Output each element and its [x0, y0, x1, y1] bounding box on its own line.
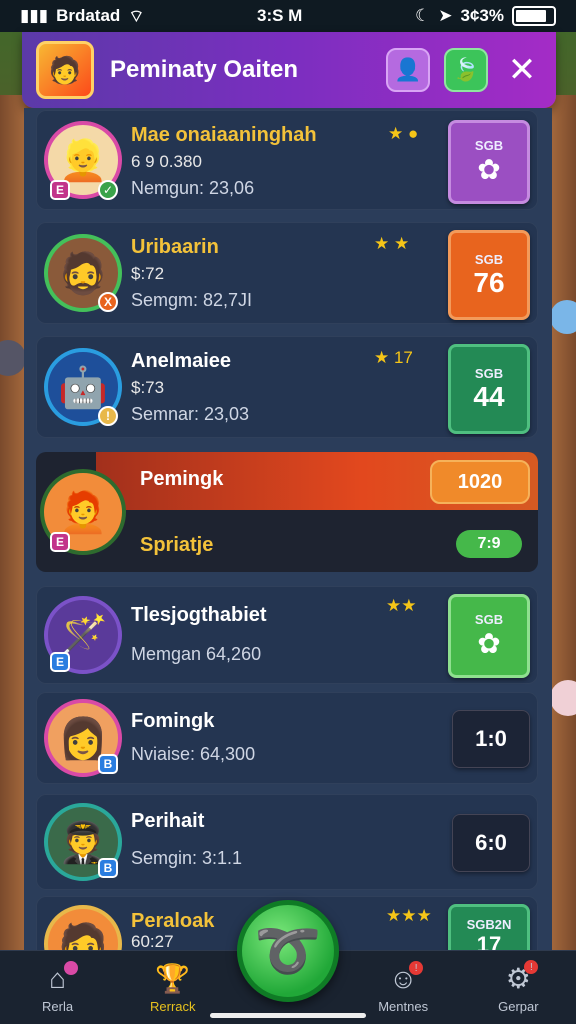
leaderboard-row[interactable]: 🧑‍✈️ B Perihait Semgin: 3:1.1 6:0 — [36, 794, 538, 890]
level-badge: X — [98, 292, 118, 312]
battery-percent: 3¢3% — [460, 6, 504, 25]
highlight-subtitle: Spriatje — [140, 534, 214, 556]
status-bar: ▮▮▮ Brdatad ⌔ 3:S M ☾ ➤ 3¢3% — [0, 0, 576, 32]
leaf-icon: 🍃 — [452, 57, 480, 82]
nav-item-home[interactable]: ⌂ Rerla — [8, 961, 108, 1014]
score-value: 44 — [473, 380, 505, 412]
score-box[interactable]: SGB ✿ — [448, 120, 530, 204]
level-badge: B — [98, 858, 118, 878]
profile-button[interactable]: 👤 — [386, 48, 430, 92]
player-name: Peraloak — [131, 910, 215, 932]
player-name: Perihait — [131, 810, 205, 832]
wifi-icon: ⌔ — [128, 6, 145, 26]
highlight-badge: 7:9 — [456, 530, 522, 558]
leaderboard-icon: 🏆 — [155, 963, 191, 994]
decor-bubble-right — [550, 300, 576, 334]
leaderboard-row[interactable]: 🪄 E Tlesjogthabiet Memgan 64,260 ★★ SGB … — [36, 586, 538, 684]
leaf-icon: ➰ — [254, 920, 322, 981]
flower-icon: ✿ — [477, 154, 501, 185]
score-label: SGB — [474, 612, 504, 627]
player-name: Uribaarin — [131, 236, 219, 258]
leaderboard-row[interactable]: 👩 B Fomingk Nviaise: 64,300 1:0 — [36, 692, 538, 784]
player-name: Mae onaiaaninghah — [131, 124, 317, 146]
score-label: SGB — [474, 365, 504, 381]
level-badge: E — [50, 180, 70, 200]
rating-stars: ★ 17 — [374, 348, 413, 367]
nav-label: Rerrack — [150, 999, 196, 1014]
score-box[interactable]: SGB2N 17 — [448, 904, 530, 950]
score-label: SGB — [474, 138, 504, 153]
rating-stars: ★★ — [386, 596, 417, 615]
home-indicator[interactable] — [210, 1013, 366, 1018]
leaderboard-list[interactable]: 👱 E ✓ Mae onaiaaninghah 6 9 0.380 Nemgun… — [24, 108, 552, 950]
player-score-text: Memgan 64,260 — [131, 644, 262, 664]
location-icon: ➤ — [438, 6, 453, 25]
player-stats: 6 9 0.380 — [131, 152, 202, 171]
leaderboard-row[interactable]: 👱 E ✓ Mae onaiaaninghah 6 9 0.380 Nemgun… — [36, 110, 538, 210]
player-score-text: Semnar: 23,03 — [131, 404, 250, 424]
user-icon: 👤 — [394, 57, 422, 82]
score-label: SGB2N — [466, 916, 512, 932]
level-badge: E — [50, 652, 70, 672]
rating-stars: ★ ● — [388, 124, 419, 143]
moon-icon: ☾ — [415, 6, 431, 25]
score-value: 1:0 — [475, 726, 507, 751]
play-button[interactable]: ➰ — [237, 900, 339, 1002]
score-label: SGB — [474, 251, 504, 267]
nav-item-leaderboard[interactable]: 🏆 Rerrack — [123, 962, 223, 1014]
score-box[interactable]: 6:0 — [452, 814, 530, 872]
close-icon: ✕ — [507, 51, 537, 89]
score-value: 6:0 — [475, 830, 507, 855]
player-score-text: Nemgun: 23,06 — [131, 178, 255, 198]
level-badge-icon: ! — [98, 406, 118, 426]
flower-icon: ✿ — [477, 628, 501, 659]
highlight-title: Pemingk — [140, 468, 224, 490]
player-avatar: 🧑 — [44, 905, 122, 950]
score-value: 76 — [473, 266, 505, 298]
level-badge: B — [98, 754, 118, 774]
battery-icon — [512, 6, 556, 26]
score-box[interactable]: SGB 44 — [448, 344, 530, 434]
highlight-score: 1020 — [430, 460, 530, 504]
player-stats: $:72 — [131, 264, 165, 283]
cheer-button[interactable]: 🍃 — [444, 48, 488, 92]
player-stats: $:73 — [131, 378, 165, 397]
rating-stars: ★★★ — [386, 906, 432, 925]
score-box[interactable]: SGB 76 — [448, 230, 530, 320]
score-box[interactable]: 1:0 — [452, 710, 530, 768]
clock: 3:S M — [256, 6, 303, 25]
nav-item-mentors[interactable]: ☺ Mentnes ! — [353, 961, 453, 1014]
score-value: 17 — [476, 931, 502, 951]
player-score-text: Nviaise: 64,300 — [131, 744, 256, 764]
nav-label: Rerla — [42, 999, 74, 1014]
leaderboard-row[interactable]: 🤖 ! Anelmaiee $:73 Semnar: 23,03 ★ 17 SG… — [36, 336, 538, 438]
signal-icon: ▮▮▮ — [20, 6, 49, 25]
score-box[interactable]: SGB ✿ — [448, 594, 530, 678]
player-name: Tlesjogthabiet — [131, 604, 267, 626]
check-badge-icon: ✓ — [98, 180, 118, 200]
carrier-name: Brdatad — [56, 6, 121, 25]
nav-label: Gerpar — [498, 999, 539, 1014]
app-avatar-icon[interactable]: 🧑 — [36, 41, 94, 99]
player-name: Fomingk — [131, 710, 215, 732]
notification-dot-icon: ! — [409, 961, 424, 975]
close-button[interactable]: ✕ — [502, 50, 542, 90]
player-stats: 60:27 — [131, 932, 174, 950]
player-score-text: Semgin: 3:1.1 — [131, 848, 243, 868]
current-player-row[interactable]: 🧑‍🦰 E Pemingk 1020 Spriatje 7:9 — [36, 452, 538, 572]
page-title: Peminaty Oaiten — [110, 56, 299, 83]
nav-item-settings[interactable]: ⚙ Gerpar ! — [468, 960, 568, 1014]
leaderboard-row[interactable]: 🧔 X Uribaarin $:72 Semgm: 82,7JI ★ ★ SGB… — [36, 222, 538, 324]
rating-stars: ★ ★ — [374, 234, 410, 253]
level-badge-icon: E — [50, 532, 70, 552]
player-score-text: Semgm: 82,7JI — [131, 290, 253, 310]
player-name: Anelmaiee — [131, 350, 232, 372]
nav-label: Mentnes — [378, 999, 429, 1014]
notification-dot-icon: ! — [524, 960, 539, 974]
notification-dot-icon — [63, 961, 78, 975]
header-bar: 🧑 Peminaty Oaiten 👤 🍃 ✕ — [22, 32, 556, 108]
